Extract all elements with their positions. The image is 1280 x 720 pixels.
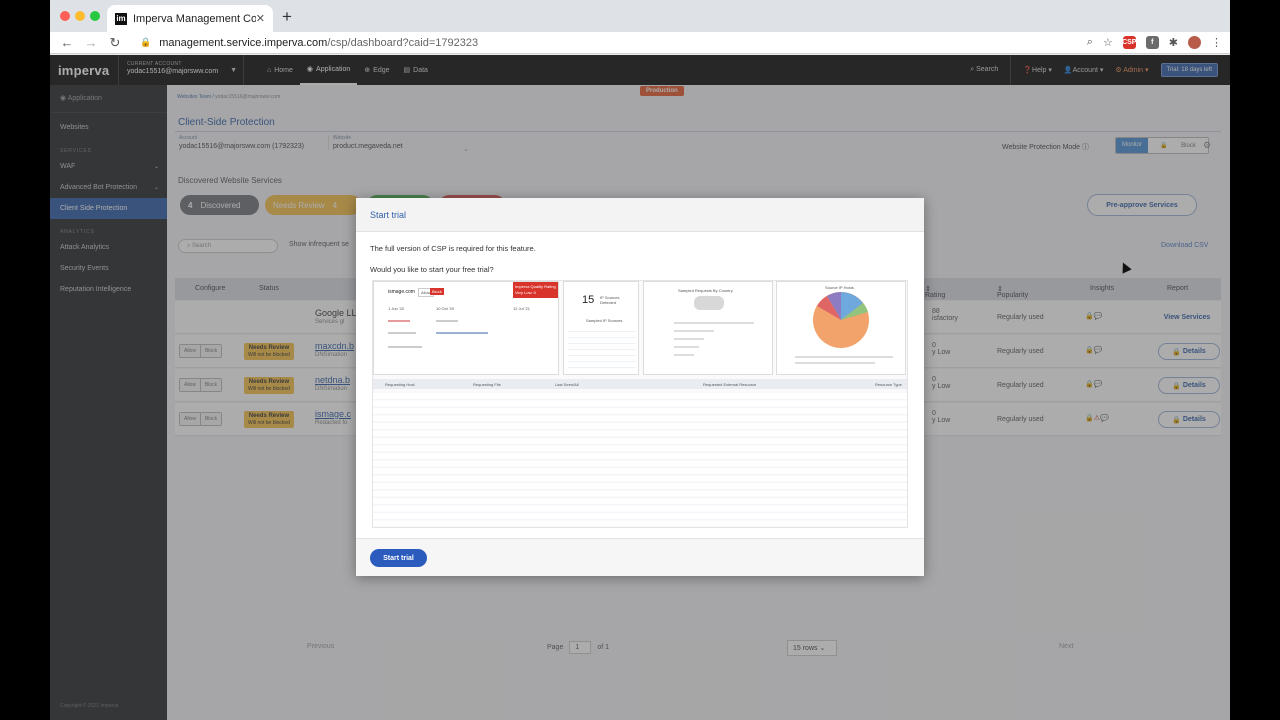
preview-pie-card: Source IP Hosts — [776, 281, 906, 375]
close-window-dot[interactable] — [60, 11, 70, 21]
imperva-favicon-icon: im — [115, 12, 127, 25]
preview-th-file: Requesting File — [473, 382, 501, 387]
modal-line-1: The full version of CSP is required for … — [370, 244, 536, 253]
preview-rating-value: Very Low: 0 — [515, 290, 536, 295]
modal-title: Start trial — [356, 198, 924, 232]
preview-th-type: Resource Type — [875, 382, 902, 387]
modal-body: The full version of CSP is required for … — [356, 232, 924, 284]
start-trial-button[interactable]: Start trial — [370, 549, 427, 567]
preview-table-header: Requesting Host Requesting File Last See… — [373, 379, 907, 389]
preview-pie-svg — [795, 292, 893, 364]
preview-bar — [674, 338, 704, 340]
preview-table-body — [373, 393, 907, 527]
zoom-icon[interactable]: ⌕ — [1087, 36, 1093, 49]
preview-ip-card: 15 IP Sources Detected Sampled IP Source… — [563, 281, 639, 375]
preview-service-card: ismage.com Allow Block Imperva Quality R… — [373, 281, 559, 375]
preview-bar — [674, 346, 699, 348]
pie-legend-line — [795, 356, 893, 358]
url-field[interactable]: 🔒 management.service.imperva.com/csp/das… — [140, 37, 478, 49]
profile-avatar[interactable] — [1188, 36, 1201, 49]
feature-preview-image: ismage.com Allow Block Imperva Quality R… — [372, 280, 908, 528]
preview-line — [388, 320, 410, 322]
preview-block: Block — [430, 288, 444, 295]
bookmark-star-icon[interactable]: ☆ — [1103, 36, 1113, 49]
browser-tab[interactable]: im Imperva Management Console ✕ — [107, 5, 273, 32]
back-icon[interactable]: ← — [60, 35, 74, 50]
close-tab-icon[interactable]: ✕ — [256, 12, 265, 25]
preview-date-3: 12 Jul '21 — [513, 306, 530, 311]
preview-bar — [674, 330, 714, 332]
preview-domain: ismage.com — [388, 289, 415, 295]
csp-extension-icon[interactable]: CSP — [1122, 36, 1136, 49]
preview-ip-list — [568, 326, 636, 370]
lock-icon: 🔒 — [140, 37, 152, 47]
preview-line — [388, 332, 416, 334]
modal-line-2: Would you like to start your free trial? — [370, 265, 494, 274]
preview-line — [436, 332, 488, 334]
new-tab-icon[interactable]: + — [282, 7, 292, 27]
minimize-window-dot[interactable] — [75, 11, 85, 21]
preview-rating-title: Imperva Quality Rating — [515, 284, 556, 289]
preview-sampled-ip: Sampled IP Sources — [586, 318, 623, 323]
modal-footer: Start trial — [356, 538, 924, 576]
chrome-menu-icon[interactable]: ⋮ — [1211, 36, 1222, 49]
browser-toolbar: ⌕ ☆ CSP f ✱ ⋮ — [1087, 36, 1222, 49]
preview-line — [436, 320, 458, 322]
preview-th-lastseen: Last Seen/All — [555, 382, 579, 387]
preview-line — [388, 346, 422, 348]
reload-icon[interactable]: ↻ — [108, 35, 122, 51]
address-bar: ← → ↻ 🔒 management.service.imperva.com/c… — [50, 32, 1230, 54]
preview-sources-count: 15 — [582, 294, 595, 306]
extensions-puzzle-icon[interactable]: ✱ — [1169, 36, 1178, 49]
forward-icon[interactable]: → — [84, 35, 98, 50]
preview-date-1: 1 Jun '20 — [388, 306, 405, 311]
preview-country-card: Sampled Requests By Country — [643, 281, 773, 375]
tab-title: Imperva Management Console — [133, 12, 256, 25]
facebook-extension-icon[interactable]: f — [1145, 36, 1159, 49]
maximize-window-dot[interactable] — [90, 11, 100, 21]
browser-tabbar: im Imperva Management Console ✕ + — [50, 0, 1230, 32]
preview-sources-label: IP Sources Detected — [600, 295, 620, 305]
preview-country-title: Sampled Requests By Country — [678, 288, 733, 293]
preview-bar — [674, 322, 754, 324]
preview-rating-box: Imperva Quality Rating Very Low: 0 — [513, 282, 558, 298]
preview-date-2: 10 Oct '20 — [436, 306, 455, 311]
browser-window: im Imperva Management Console ✕ + ← → ↻ … — [50, 0, 1230, 720]
url-path: /csp/dashboard?caid=1792323 — [327, 36, 479, 49]
start-trial-modal: Start trial The full version of CSP is r… — [356, 198, 924, 576]
preview-bar — [674, 354, 694, 356]
pie-legend-line — [795, 362, 875, 364]
preview-th-host: Requesting Host — [385, 382, 415, 387]
url-host: management.service.imperva.com — [159, 36, 328, 49]
preview-th-resource: Requested External Resource — [703, 382, 757, 387]
preview-world-map — [694, 296, 724, 310]
